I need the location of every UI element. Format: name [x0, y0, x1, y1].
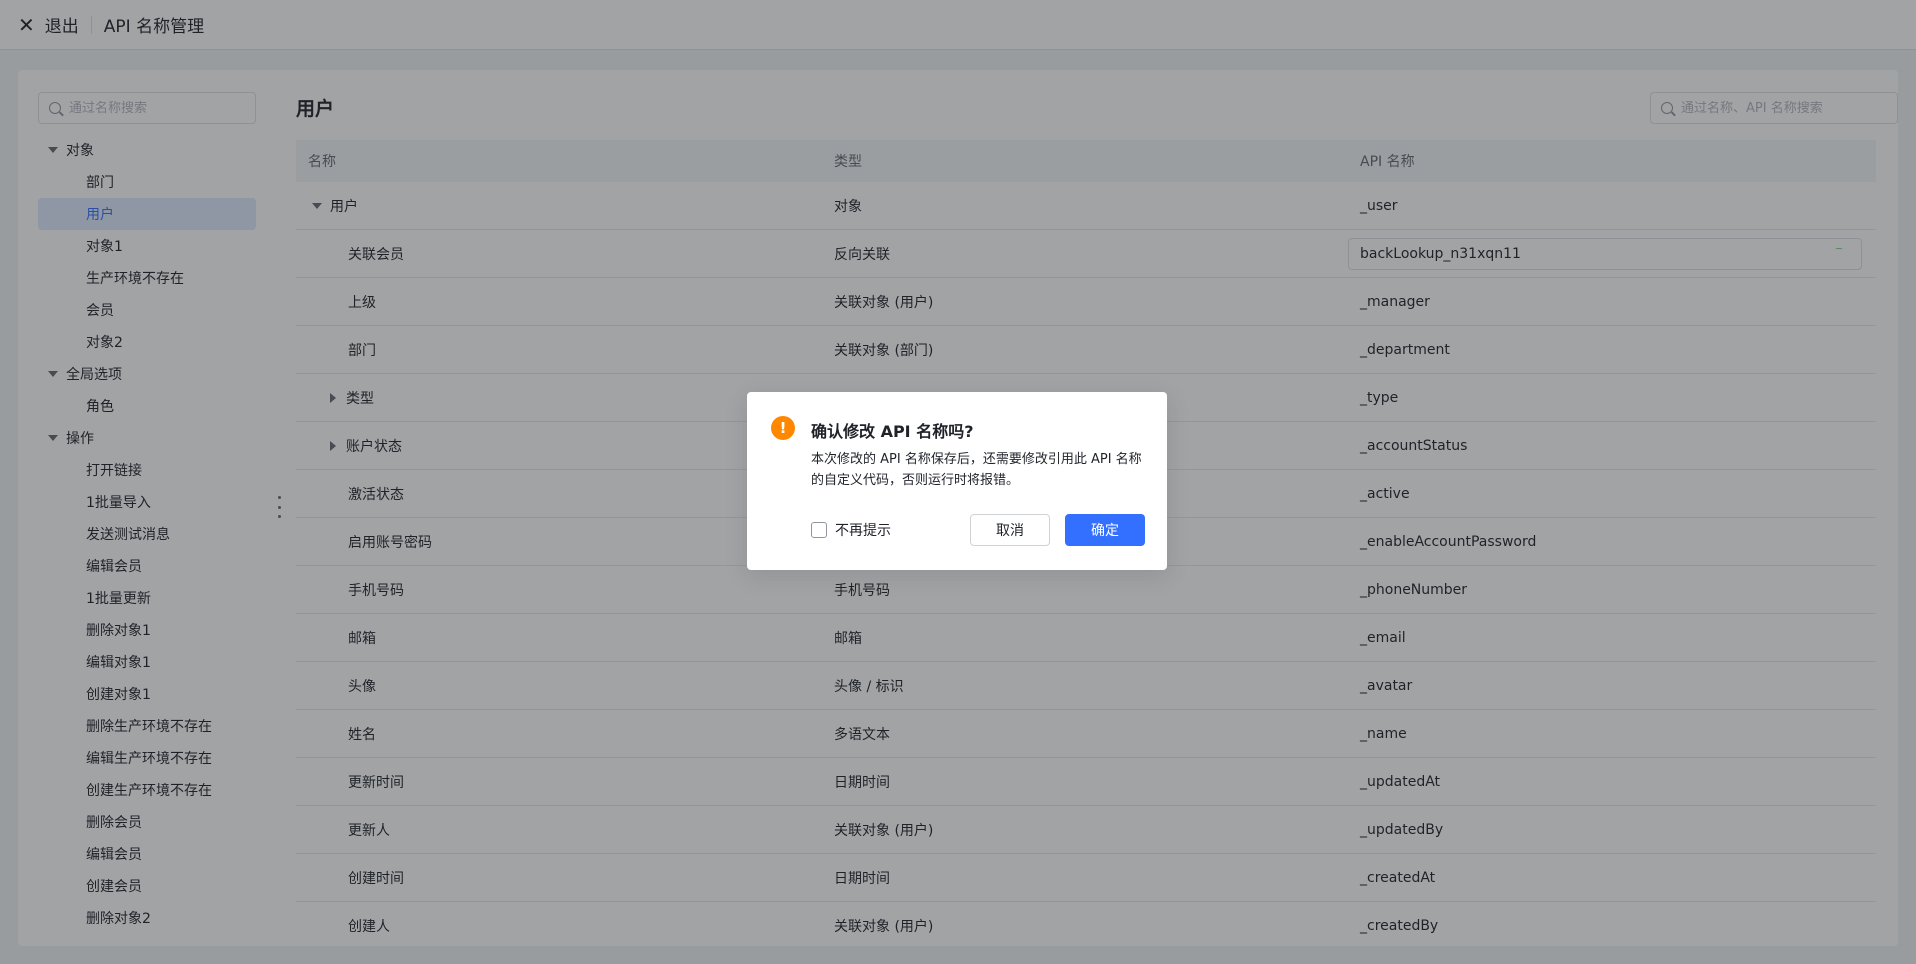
dont-remind-checkbox[interactable]: 不再提示 — [811, 520, 891, 540]
dialog-footer: 不再提示 取消 确定 — [811, 514, 1145, 546]
confirm-button[interactable]: 确定 — [1065, 514, 1145, 546]
dialog-title: 确认修改 API 名称吗? — [811, 422, 974, 441]
checkbox-box[interactable] — [811, 522, 827, 538]
cancel-button[interactable]: 取消 — [970, 514, 1050, 546]
warning-icon: ! — [771, 416, 795, 440]
dialog-body: 本次修改的 API 名称保存后，还需要修改引用此 API 名称的自定义代码，否则… — [811, 452, 1142, 488]
confirm-dialog: ! 确认修改 API 名称吗? 本次修改的 API 名称保存后，还需要修改引用此… — [747, 392, 1167, 570]
checkbox-label: 不再提示 — [835, 523, 891, 539]
